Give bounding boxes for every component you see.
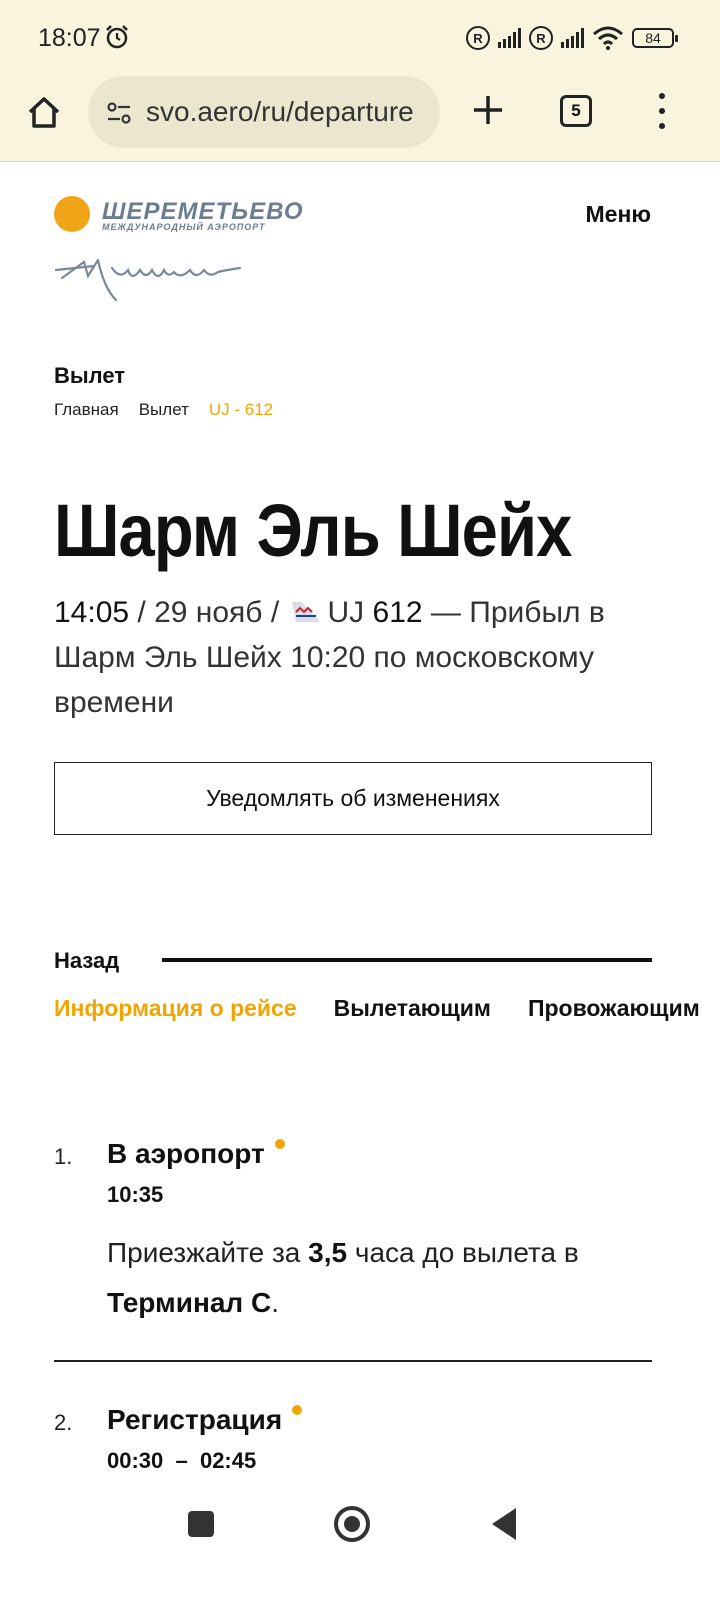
step-title: В аэропорт: [107, 1138, 285, 1170]
status-time: 18:07: [38, 24, 101, 52]
url-text[interactable]: svo.aero/ru/departure: [146, 96, 414, 128]
signal-icon: [498, 28, 521, 48]
step-hours: 3,5: [308, 1237, 348, 1268]
signal-icon-2: [561, 28, 584, 48]
step-text-part: .: [271, 1287, 279, 1318]
breadcrumb-current: UJ - 612: [208, 400, 274, 419]
step-terminal: Терминал С: [107, 1287, 272, 1318]
alarm-clock-icon: [106, 25, 128, 49]
menu-button[interactable]: Меню: [586, 201, 652, 228]
breadcrumb-home[interactable]: Главная: [54, 400, 119, 420]
pushkin-signature-logo: [54, 258, 242, 302]
breadcrumb: Главная Вылет UJ - 612: [54, 400, 273, 420]
step-number: 1.: [54, 1144, 73, 1169]
step-title-text: В аэропорт: [107, 1138, 265, 1169]
step-text-part: часа до вылета в: [347, 1237, 579, 1268]
notify-changes-button[interactable]: Уведомлять об изменениях: [54, 762, 652, 835]
page-title: Шарм Эль Шейх: [54, 489, 572, 572]
tab-flight-info[interactable]: Информация о рейсе: [54, 995, 297, 1022]
departure-time: 14:05: [54, 596, 130, 629]
step-divider: [54, 1360, 652, 1362]
step-time: 00:30 – 02:45: [107, 1448, 257, 1473]
status-dot: [292, 1405, 303, 1415]
status-indicators: R R 84: [466, 24, 678, 52]
address-bar[interactable]: svo.aero/ru/departure: [88, 76, 440, 148]
step-title: Регистрация: [107, 1404, 303, 1436]
info-tabs: Информация о рейсе Вылетающим Провожающи…: [54, 995, 700, 1022]
flight-number: 612: [372, 596, 423, 629]
tab-seeing-off[interactable]: Провожающим: [528, 995, 700, 1022]
departure-date: 29 нояб: [154, 596, 263, 629]
back-divider: [162, 958, 652, 962]
system-nav-bar: [0, 1480, 720, 1600]
back-link[interactable]: Назад: [54, 948, 119, 974]
logo-subtitle: МЕЖДУНАРОДНЫЙ АЭРОПОРТ: [102, 222, 266, 232]
home-icon[interactable]: [24, 92, 64, 132]
flight-summary: 14:05 / 29 нояб / UJ 612 — Прибыл в Шарм…: [54, 596, 605, 719]
back-nav-button[interactable]: [492, 1508, 516, 1540]
sheremetyevo-logo[interactable]: ШЕРЕМЕТЬЕВО МЕЖДУНАРОДНЫЙ АЭРОПОРТ: [54, 196, 364, 236]
more-vert-icon[interactable]: [656, 93, 668, 129]
airline-tail-icon: [291, 602, 320, 622]
airline-code: UJ: [327, 596, 365, 629]
breadcrumb-departure[interactable]: Вылет: [139, 400, 189, 420]
logo-emblem: [54, 196, 90, 232]
step-title-text: Регистрация: [107, 1404, 283, 1435]
status-bar: 18:07 R R 84: [0, 0, 720, 76]
section-title: Вылет: [54, 363, 126, 388]
browser-toolbar: svo.aero/ru/departure 5: [0, 76, 720, 162]
registered-icon-2: R: [529, 26, 553, 50]
new-tab-icon[interactable]: [470, 92, 506, 128]
step-text-part: Приезжайте за: [107, 1237, 309, 1268]
registered-icon: R: [466, 26, 490, 50]
site-settings-icon[interactable]: [106, 100, 132, 126]
step-description: Приезжайте за 3,5 часа до вылета в Терми…: [107, 1228, 627, 1328]
recents-button[interactable]: [188, 1511, 214, 1537]
status-dot: [274, 1139, 285, 1149]
step-time: 10:35: [107, 1182, 164, 1207]
step-number: 2.: [54, 1410, 73, 1435]
wifi-icon: [593, 26, 623, 50]
battery-icon: 84: [632, 28, 678, 48]
tab-departing[interactable]: Вылетающим: [334, 995, 491, 1022]
tab-switcher-button[interactable]: 5: [560, 95, 592, 127]
home-nav-button[interactable]: [334, 1506, 370, 1542]
